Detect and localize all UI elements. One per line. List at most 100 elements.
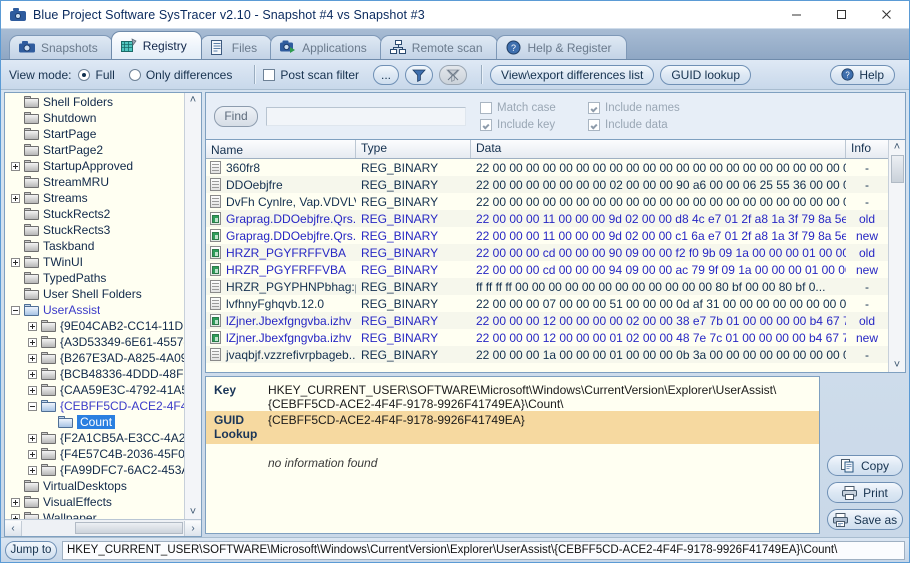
tab-help-register[interactable]: ? Help & Register xyxy=(496,35,627,59)
tree-item[interactable]: StuckRects2 xyxy=(5,206,184,222)
table-row[interactable]: HRZR_PGYFRFFVBAREG_BINARY22 00 00 00 cd … xyxy=(206,261,888,278)
registry-path-field[interactable]: HKEY_CURRENT_USER\SOFTWARE\Microsoft\Win… xyxy=(62,541,905,560)
tree-item[interactable]: {BCB48336-4DDD-48FF-B xyxy=(5,366,184,382)
collapse-icon[interactable] xyxy=(11,306,20,315)
table-row[interactable]: Graprag.DDOebjfre.Qrs...REG_BINARY22 00 … xyxy=(206,210,888,227)
tree-item[interactable]: StuckRects3 xyxy=(5,222,184,238)
cell-data: 22 00 00 00 cd 00 00 00 90 09 00 00 f2 f… xyxy=(471,246,846,260)
tree-item[interactable]: {FA99DFC7-6AC2-453A-A xyxy=(5,462,184,478)
expand-icon[interactable] xyxy=(28,338,37,347)
column-header-info[interactable]: Info xyxy=(846,140,888,158)
scroll-down-arrow[interactable]: ˅ xyxy=(190,506,196,518)
close-button[interactable] xyxy=(864,1,909,28)
tree-item[interactable]: {CAA59E3C-4792-41A5-9 xyxy=(5,382,184,398)
tree-item[interactable]: {F4E57C4B-2036-45F0-A9 xyxy=(5,446,184,462)
tree-horizontal-scrollbar[interactable]: ‹ › xyxy=(5,519,201,536)
tree-item[interactable]: Shell Folders xyxy=(5,94,184,110)
scroll-up-arrow[interactable]: ˄ xyxy=(894,141,900,153)
table-row[interactable]: Graprag.DDOebjfre.Qrs...REG_BINARY22 00 … xyxy=(206,227,888,244)
expand-icon[interactable] xyxy=(11,194,20,203)
checkbox-include-names[interactable]: Include names xyxy=(588,102,708,114)
save-as-button[interactable]: Save as xyxy=(827,509,903,530)
scroll-down-arrow[interactable]: ˅ xyxy=(894,359,900,371)
find-button[interactable]: Find xyxy=(214,106,258,127)
tree-item[interactable]: StartPage2 xyxy=(5,142,184,158)
expand-icon[interactable] xyxy=(11,498,20,507)
clear-filter-button[interactable] xyxy=(439,65,467,85)
tab-files[interactable]: Files xyxy=(200,35,272,59)
minimize-button[interactable] xyxy=(774,1,819,28)
copy-button[interactable]: Copy xyxy=(827,455,903,476)
expand-icon[interactable] xyxy=(28,450,37,459)
tab-applications[interactable]: Applications xyxy=(270,35,382,59)
tree-item[interactable]: StartPage xyxy=(5,126,184,142)
tree-item[interactable]: User Shell Folders xyxy=(5,286,184,302)
tree-item[interactable]: {F2A1CB5A-E3CC-4A2E-A xyxy=(5,430,184,446)
guid-lookup-button[interactable]: GUID lookup xyxy=(660,65,751,85)
tree-item[interactable]: {9E04CAB2-CC14-11DF-B xyxy=(5,318,184,334)
tree-item[interactable]: Taskband xyxy=(5,238,184,254)
tree-item[interactable]: UserAssist xyxy=(5,302,184,318)
print-button[interactable]: Print xyxy=(827,482,903,503)
scroll-up-arrow[interactable]: ˄ xyxy=(190,94,196,106)
table-row[interactable]: 360fr8REG_BINARY22 00 00 00 00 00 00 00 … xyxy=(206,159,888,176)
maximize-button[interactable] xyxy=(819,1,864,28)
tree-item[interactable]: Streams xyxy=(5,190,184,206)
table-row[interactable]: DvFh Cynlre, Vap.VDVLVREG_BINARY22 00 00… xyxy=(206,193,888,210)
table-row[interactable]: lZjner.Jbexfgngvba.izhvREG_BINARY22 00 0… xyxy=(206,312,888,329)
table-body[interactable]: 360fr8REG_BINARY22 00 00 00 00 00 00 00 … xyxy=(206,159,888,372)
expand-icon[interactable] xyxy=(28,354,37,363)
scroll-left-arrow[interactable]: ‹ xyxy=(5,521,22,536)
tree-item[interactable]: StreamMRU xyxy=(5,174,184,190)
checkbox-include-data[interactable]: Include data xyxy=(588,119,708,131)
registry-tree[interactable]: Shell FoldersShutdownStartPageStartPage2… xyxy=(5,93,184,519)
checkbox-post-scan-filter[interactable]: Post scan filter xyxy=(263,68,359,82)
radio-view-mode-full[interactable]: Full xyxy=(78,68,114,82)
tree-item[interactable]: Shutdown xyxy=(5,110,184,126)
table-row[interactable]: lvfhnyFghqvb.12.0REG_BINARY22 00 00 00 0… xyxy=(206,295,888,312)
checkbox-match-case[interactable]: Match case xyxy=(480,102,588,114)
tree-item[interactable]: VisualEffects xyxy=(5,494,184,510)
expand-icon[interactable] xyxy=(28,370,37,379)
tab-registry[interactable]: Registry xyxy=(111,31,202,59)
expand-icon[interactable] xyxy=(28,386,37,395)
tree-item[interactable]: {A3D53349-6E61-4557-8F xyxy=(5,334,184,350)
help-button[interactable]: ? Help xyxy=(830,65,895,85)
table-row[interactable]: HRZR_PGYFRFFVBAREG_BINARY22 00 00 00 cd … xyxy=(206,244,888,261)
apply-filter-button[interactable] xyxy=(405,65,433,85)
table-row[interactable]: lZjner.Jbexfgngvba.izhvREG_BINARY22 00 0… xyxy=(206,329,888,346)
column-header-type[interactable]: Type xyxy=(356,140,471,158)
tab-snapshots[interactable]: Snapshots xyxy=(9,35,113,59)
tree-item[interactable]: {CEBFF5CD-ACE2-4F4F-9 xyxy=(5,398,184,414)
expand-icon[interactable] xyxy=(28,322,37,331)
expand-icon[interactable] xyxy=(11,258,20,267)
tree-item[interactable]: {B267E3AD-A825-4A09-8 xyxy=(5,350,184,366)
tree-vertical-scrollbar[interactable]: ˄ ˅ xyxy=(184,93,201,519)
column-header-data[interactable]: Data xyxy=(471,140,846,158)
table-row[interactable]: HRZR_PGYPHNPbhag:p...REG_BINARYff ff ff … xyxy=(206,278,888,295)
table-row[interactable]: jvaqbjf.vzzrefivrpbageb...REG_BINARY22 0… xyxy=(206,346,888,363)
scroll-right-arrow[interactable]: › xyxy=(184,521,201,536)
scrollbar-thumb[interactable] xyxy=(891,155,904,183)
expand-icon[interactable] xyxy=(28,466,37,475)
tree-item[interactable]: TWinUI xyxy=(5,254,184,270)
expand-icon[interactable] xyxy=(28,434,37,443)
expand-icon[interactable] xyxy=(11,162,20,171)
filter-options-button[interactable]: ... xyxy=(373,65,399,85)
table-vertical-scrollbar[interactable]: ˄ ˅ xyxy=(888,140,905,372)
jump-to-button[interactable]: Jump to xyxy=(5,541,57,560)
tree-item[interactable]: VirtualDesktops xyxy=(5,478,184,494)
tree-item[interactable]: Count xyxy=(5,414,184,430)
checkbox-include-key[interactable]: Include key xyxy=(480,119,588,131)
collapse-icon[interactable] xyxy=(28,402,37,411)
table-row[interactable]: DDOebjfreREG_BINARY22 00 00 00 00 00 00 … xyxy=(206,176,888,193)
tab-remote-scan[interactable]: Remote scan xyxy=(380,35,498,59)
tree-item[interactable]: StartupApproved xyxy=(5,158,184,174)
tree-item[interactable]: TypedPaths xyxy=(5,270,184,286)
find-input[interactable] xyxy=(266,107,466,126)
tree-item[interactable]: Wallpaper xyxy=(5,510,184,519)
radio-view-mode-only-differences[interactable]: Only differences xyxy=(129,68,233,82)
column-header-name[interactable]: Name xyxy=(206,140,356,158)
scrollbar-thumb[interactable] xyxy=(75,522,183,534)
view-export-differences-button[interactable]: View\export differences list xyxy=(490,65,654,85)
